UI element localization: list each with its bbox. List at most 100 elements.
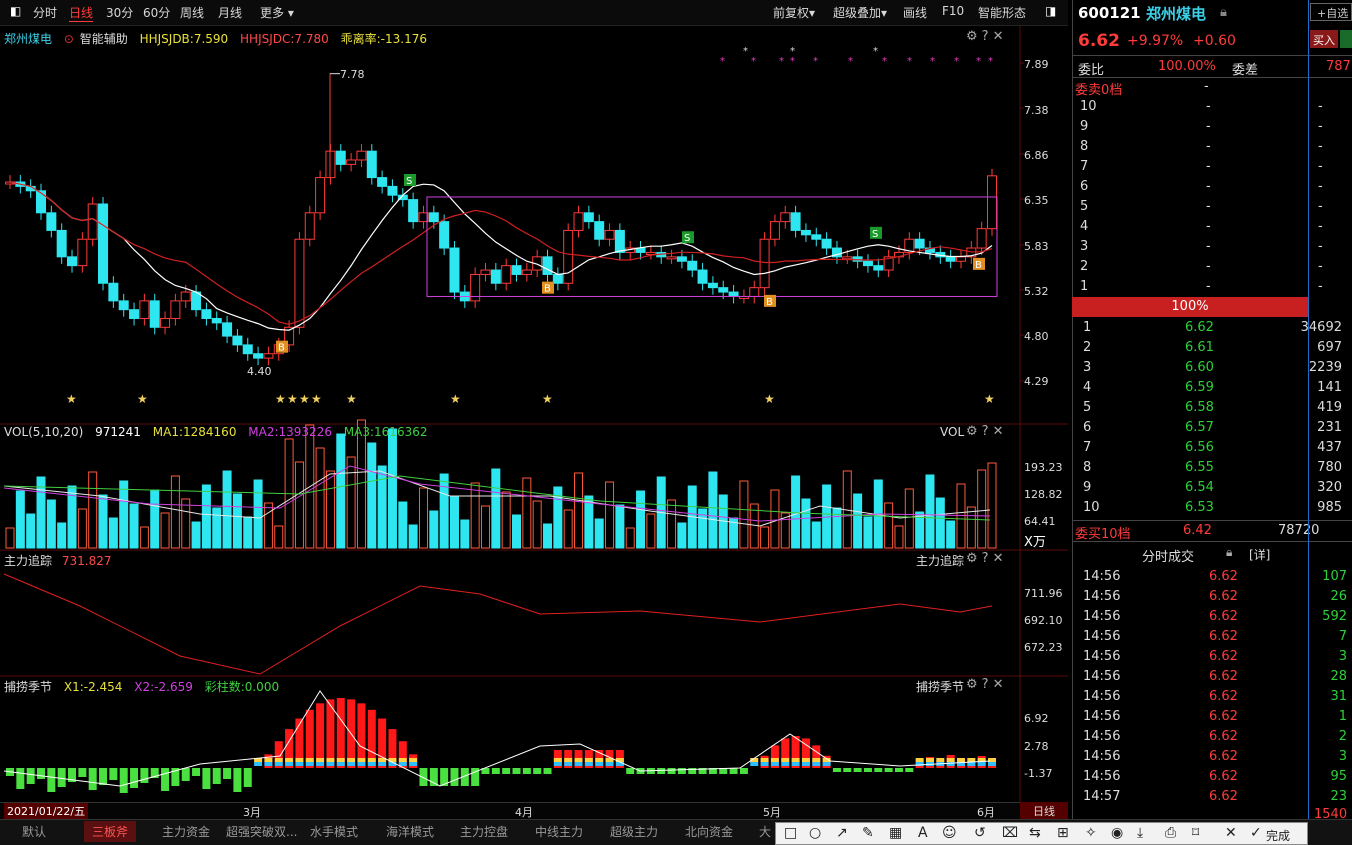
circle-dropdown-icon[interactable]: ⊙ xyxy=(64,32,74,46)
confirm-icon[interactable]: ✓ xyxy=(1250,825,1262,841)
sell-level-row[interactable]: 3 - - xyxy=(1076,237,1326,257)
level-price: 6.55 xyxy=(1185,460,1214,475)
crop-icon[interactable]: ⌧ xyxy=(1002,825,1018,841)
tab-month[interactable]: 月线 xyxy=(218,4,242,21)
buy-level-row[interactable]: 2 6.61 697 xyxy=(1076,338,1342,358)
formula-tab[interactable]: 海洋模式 xyxy=(378,821,442,842)
gear-icon[interactable]: ⚙ xyxy=(966,424,982,439)
formula-tab[interactable]: 超强突破双... xyxy=(218,821,305,842)
sell-level-row[interactable]: 10 - - xyxy=(1076,97,1326,117)
buy-level-row[interactable]: 8 6.55 780 xyxy=(1076,458,1342,478)
buy-level-row[interactable]: 4 6.59 141 xyxy=(1076,378,1342,398)
ticks-detail-link[interactable]: [详] xyxy=(1249,546,1270,563)
pin-icon[interactable]: ⊞ xyxy=(1057,825,1069,841)
buy-button[interactable]: 买入 xyxy=(1310,30,1338,48)
gear-icon[interactable]: ⚙ xyxy=(966,677,982,692)
f10-button[interactable]: F10 xyxy=(942,4,964,18)
lock-icon[interactable]: 🔒︎ xyxy=(1220,5,1227,20)
volume-bar xyxy=(460,519,470,549)
help-icon[interactable]: ? xyxy=(982,551,993,566)
sell-button[interactable] xyxy=(1340,30,1352,48)
volume-bar xyxy=(594,518,604,549)
tab-30min[interactable]: 30分 xyxy=(106,4,133,21)
magic-icon[interactable]: ✧ xyxy=(1085,825,1097,841)
formula-tab[interactable]: 主力控盘 xyxy=(452,821,516,842)
gear-icon[interactable]: ⚙ xyxy=(966,551,982,566)
buy-signal-label: B xyxy=(975,260,982,271)
record-icon[interactable]: ◉ xyxy=(1111,825,1123,841)
fuquan-menu[interactable]: 前复权▾ xyxy=(773,4,815,21)
sell-level-row[interactable]: 1 - - xyxy=(1076,277,1326,297)
sell-level-row[interactable]: 8 - - xyxy=(1076,137,1326,157)
y-label: 2.78 xyxy=(1024,740,1049,753)
buy-level-row[interactable]: 3 6.60 2239 xyxy=(1076,358,1342,378)
tick-price: 6.62 xyxy=(1209,789,1238,804)
sell-level-row[interactable]: 9 - - xyxy=(1076,117,1326,137)
formula-tab[interactable]: 北向资金 xyxy=(677,821,741,842)
formula-tab[interactable]: 主力资金 xyxy=(154,821,218,842)
ellipse-tool-icon[interactable]: ○ xyxy=(809,825,821,841)
close-icon[interactable]: ✕ xyxy=(993,677,1008,692)
sidebar-toggle-icon[interactable]: ◧ xyxy=(10,4,21,18)
tab-fenshi[interactable]: 分时 xyxy=(33,4,57,21)
pen-tool-icon[interactable]: ✎ xyxy=(862,825,874,841)
arrow-tool-icon[interactable]: ↗ xyxy=(836,825,848,841)
buy-level-row[interactable]: 5 6.58 419 xyxy=(1076,398,1342,418)
smart-pattern-button[interactable]: 智能形态 xyxy=(978,4,1026,21)
translate-icon[interactable]: ⇆ xyxy=(1029,825,1041,841)
buy-level-row[interactable]: 7 6.56 437 xyxy=(1076,438,1342,458)
close-icon[interactable]: ✕ xyxy=(993,29,1008,44)
help-icon[interactable]: ? xyxy=(982,424,993,439)
candle-body xyxy=(521,269,532,275)
sell-level-row[interactable]: 5 - - xyxy=(1076,197,1326,217)
gear-icon[interactable]: ⚙ xyxy=(966,29,982,44)
period-mode-label[interactable]: 日线 xyxy=(1020,802,1068,819)
sell-level-row[interactable]: 2 - - xyxy=(1076,257,1326,277)
bulao-bar xyxy=(781,758,790,762)
more-menu[interactable]: 更多 ▾ xyxy=(260,4,294,21)
bulao-panel-controls: ⚙?✕ xyxy=(966,677,1007,692)
bulao-bar xyxy=(812,758,821,762)
lock-icon[interactable]: 🔒︎ xyxy=(1226,545,1232,560)
formula-tab[interactable]: 中线主力 xyxy=(527,821,591,842)
close-icon[interactable]: ✕ xyxy=(993,424,1008,439)
mosaic-tool-icon[interactable]: ▦ xyxy=(889,825,902,841)
formula-tab[interactable]: 水手模式 xyxy=(302,821,366,842)
download-icon[interactable]: ⤓ xyxy=(1137,825,1143,841)
cancel-icon[interactable]: ✕ xyxy=(1225,825,1237,841)
candle-body xyxy=(542,256,553,275)
rect-tool-icon[interactable]: □ xyxy=(784,825,797,841)
candle-body xyxy=(728,291,739,297)
volume-bar xyxy=(232,493,242,549)
copy-icon[interactable]: ⎙ xyxy=(1165,825,1176,841)
bulao-bar xyxy=(254,762,263,766)
tab-week[interactable]: 周线 xyxy=(180,4,204,21)
close-icon[interactable]: ✕ xyxy=(993,551,1008,566)
undo-icon[interactable]: ↺ xyxy=(974,825,986,841)
tab-60min[interactable]: 60分 xyxy=(143,4,170,21)
tab-rixian[interactable]: 日线 xyxy=(69,4,94,22)
sell-level-row[interactable]: 6 - - xyxy=(1076,177,1326,197)
done-button[interactable]: 完成 xyxy=(1266,827,1290,844)
buy-level-row[interactable]: 10 6.53 985 xyxy=(1076,498,1342,518)
self-select-button[interactable]: +自选 xyxy=(1310,3,1352,21)
x-axis xyxy=(0,802,1068,819)
kline-chart[interactable]: ★ ★ ★ ★ ★ ★ ★ ★ ★ ★ ★* * * * * * * * * * * ** * *SS SBBBB xyxy=(0,26,1070,819)
formula-tab[interactable]: 三板斧 xyxy=(84,821,137,842)
sticker-tool-icon[interactable]: ☺ xyxy=(942,825,957,841)
volume-bar xyxy=(367,442,377,549)
help-icon[interactable]: ? xyxy=(982,29,993,44)
help-icon[interactable]: ? xyxy=(982,677,993,692)
overlay-menu[interactable]: 超级叠加▾ xyxy=(833,4,887,21)
buy-level-row[interactable]: 1 6.62 34692 xyxy=(1076,318,1342,338)
formula-tab[interactable]: 默认 xyxy=(14,821,54,842)
sell-level-row[interactable]: 4 - - xyxy=(1076,217,1326,237)
buy-level-row[interactable]: 9 6.54 320 xyxy=(1076,478,1342,498)
formula-tab[interactable]: 超级主力 xyxy=(602,821,666,842)
bookmark-icon[interactable]: ⌑ xyxy=(1192,825,1199,841)
panel-toggle-icon[interactable]: ◨ xyxy=(1045,4,1056,18)
draw-button[interactable]: 画线 xyxy=(903,4,927,21)
sell-level-row[interactable]: 7 - - xyxy=(1076,157,1326,177)
buy-level-row[interactable]: 6 6.57 231 xyxy=(1076,418,1342,438)
text-tool-icon[interactable]: A xyxy=(918,825,928,841)
